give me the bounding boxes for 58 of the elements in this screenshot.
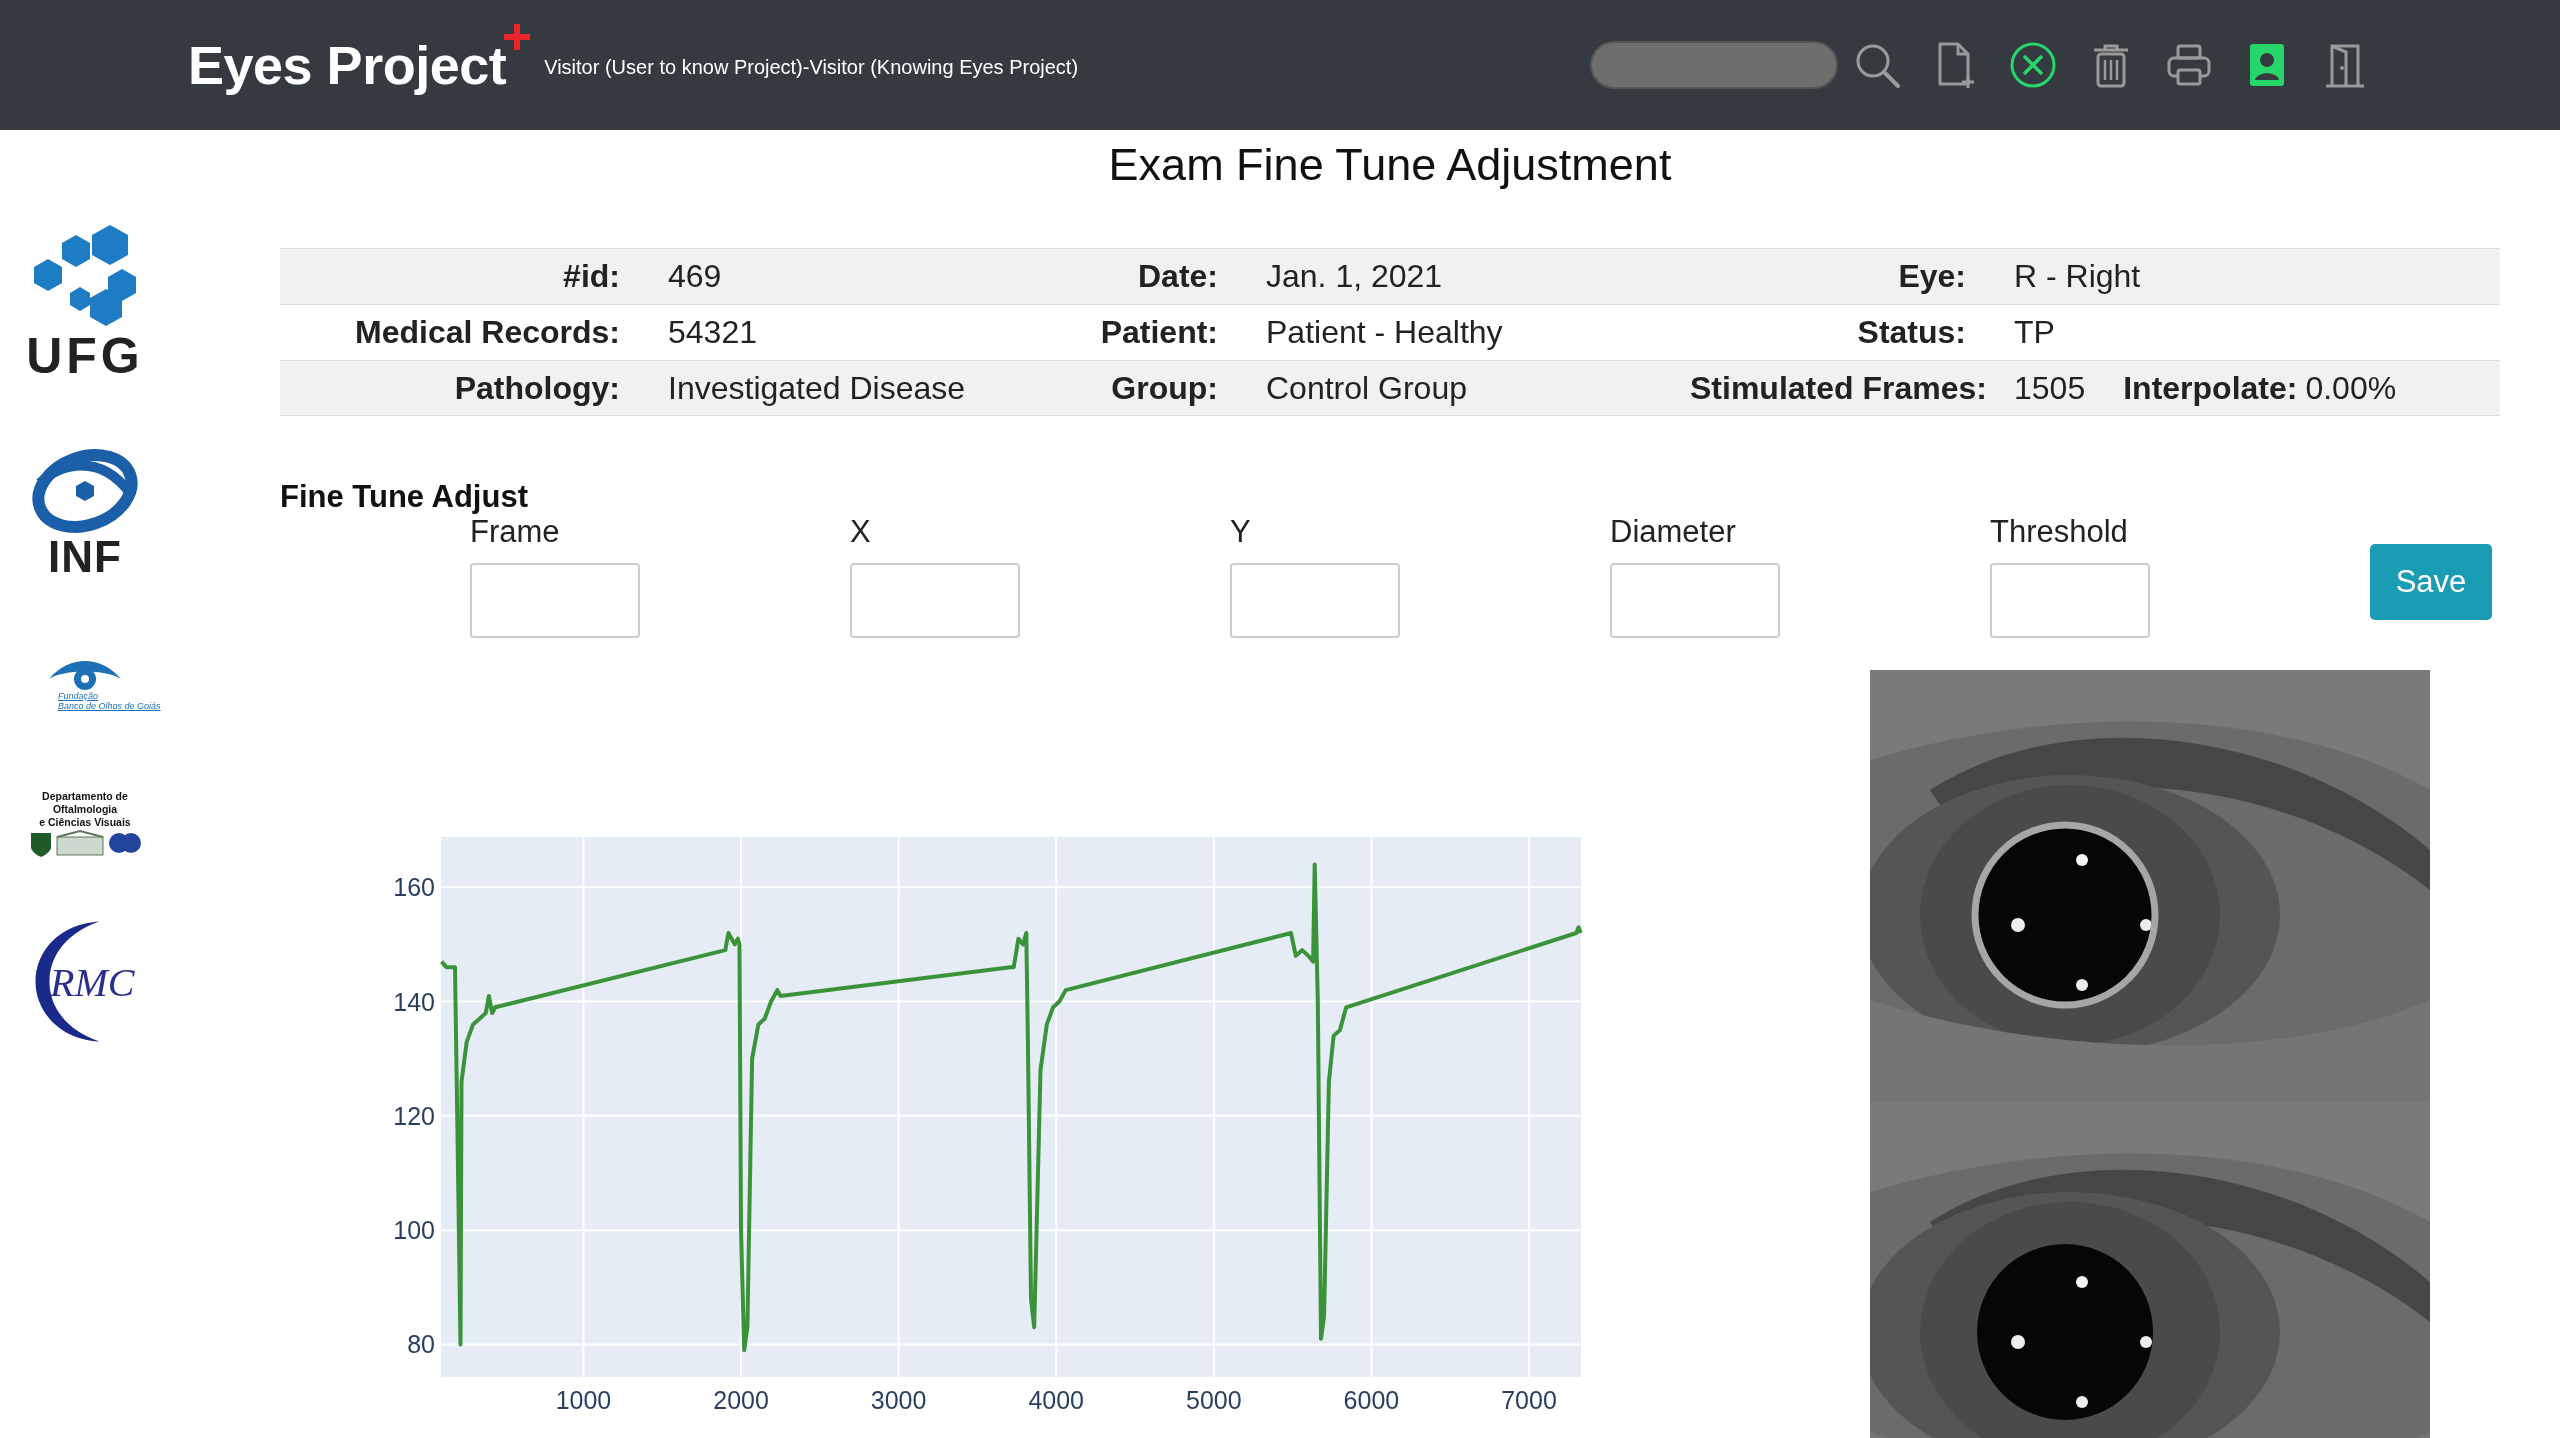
logo-text: INF bbox=[48, 535, 122, 579]
field-label: Interpolate: bbox=[2123, 369, 2298, 407]
field-label: Stimulated Frames: bbox=[1690, 369, 1988, 407]
input-field[interactable] bbox=[850, 563, 1020, 638]
app-title: Eyes Project bbox=[188, 34, 507, 96]
axis-tick-label: 3000 bbox=[870, 1386, 927, 1414]
logo-text: Banco de Olhos de Goiás bbox=[58, 701, 161, 712]
field-value: 1505 bbox=[2014, 369, 2086, 407]
field-value: Investigated Disease bbox=[668, 369, 966, 407]
field-value: 54321 bbox=[668, 314, 757, 351]
field-label: Date: bbox=[1137, 258, 1219, 295]
field-label: Y bbox=[1230, 513, 1251, 551]
field-label: Status: bbox=[1856, 314, 1967, 351]
axis-tick-label: 120 bbox=[393, 1101, 435, 1130]
field-label: #id: bbox=[562, 258, 621, 295]
logo-text: RMC bbox=[50, 959, 135, 1007]
logo-text: UFG bbox=[26, 331, 144, 381]
input-field[interactable] bbox=[1230, 563, 1400, 638]
logo-text: Oftalmologia bbox=[52, 802, 118, 816]
section-title: Fine Tune Adjust bbox=[280, 481, 529, 513]
field-label: Threshold bbox=[1990, 513, 2128, 551]
axis-tick-label: 7000 bbox=[1501, 1386, 1557, 1414]
input-field[interactable] bbox=[470, 563, 640, 638]
input-field[interactable] bbox=[1990, 563, 2150, 638]
axis-tick-label: 140 bbox=[393, 987, 435, 1016]
field-value: TP bbox=[2014, 314, 2055, 351]
field-value: R - Right bbox=[2014, 258, 2141, 295]
field-value: Patient - Healthy bbox=[1266, 314, 1503, 351]
axis-tick-label: 160 bbox=[393, 873, 435, 902]
close-icon[interactable] bbox=[2008, 40, 2058, 90]
logo-text: Departamento de bbox=[42, 789, 128, 803]
field-label: X bbox=[850, 513, 871, 551]
field-value: Jan. 1, 2021 bbox=[1266, 258, 1443, 295]
field-value: 0.00% bbox=[2305, 369, 2397, 407]
save-button[interactable]: Save bbox=[2370, 544, 2492, 620]
field-label: Frame bbox=[470, 514, 560, 551]
hexagon-logo-icon bbox=[32, 225, 138, 327]
plus-icon bbox=[504, 24, 531, 50]
axis-tick-label: 6000 bbox=[1343, 1386, 1400, 1414]
field-label: Patient: bbox=[1099, 314, 1219, 351]
field-value: 469 bbox=[668, 258, 722, 295]
input-field[interactable] bbox=[1610, 563, 1780, 638]
field-label: Eye: bbox=[1897, 258, 1967, 295]
search-field[interactable] bbox=[1590, 41, 1838, 89]
logo-text: Fundação bbox=[58, 691, 99, 702]
field-label: Pathology: bbox=[453, 369, 621, 407]
user-label: Visitor (User to know Project)-Visitor (Knowing Eyes Project) bbox=[544, 55, 1079, 79]
axis-tick-label: 5000 bbox=[1186, 1386, 1242, 1414]
axis-tick-label: 1000 bbox=[555, 1386, 612, 1414]
page-title: Exam Fine Tune Adjustment bbox=[1108, 139, 1672, 191]
axis-tick-label: 2000 bbox=[713, 1386, 769, 1414]
field-label: Diameter bbox=[1610, 513, 1736, 551]
field-label: Medical Records: bbox=[354, 314, 621, 351]
axis-tick-label: 100 bbox=[393, 1216, 435, 1245]
axis-tick-label: 4000 bbox=[1028, 1386, 1085, 1414]
field-value: Control Group bbox=[1266, 369, 1467, 407]
axis-tick-label: 80 bbox=[407, 1330, 435, 1359]
logo-text: e Ciências Visuais bbox=[39, 815, 131, 830]
